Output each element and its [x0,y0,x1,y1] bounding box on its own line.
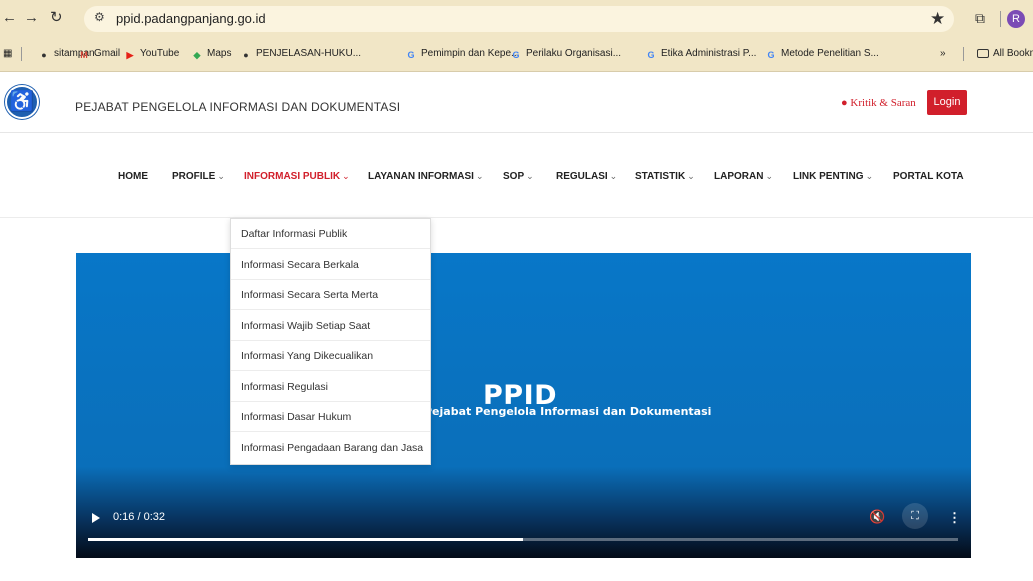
kritik-saran-label: Kritik & Saran [850,97,916,109]
bookmark-label: YouTube [140,48,180,59]
dropdown-item[interactable]: Informasi Dasar Hukum [231,402,430,432]
folder-icon [977,49,989,58]
nav-item-regulasi[interactable]: REGULASI ⌄ [556,171,617,182]
bookmark-item[interactable]: ◆ Maps [191,48,232,61]
chevron-down-icon: ⌄ [765,171,773,181]
bookmark-label: PENJELASAN-HUKU... [256,48,362,59]
dropdown-item[interactable]: Informasi Wajib Setiap Saat [231,311,430,341]
comment-icon: ● [841,97,848,109]
nav-item-laporan[interactable]: LAPORAN ⌄ [714,171,773,182]
dropdown-item[interactable]: Daftar Informasi Publik [231,219,430,249]
nav-item-layanan-informasi[interactable]: LAYANAN INFORMASI ⌄ [368,171,483,182]
nav-item-portal-kota[interactable]: PORTAL KOTA [893,171,964,182]
globe-icon: ● [243,50,249,60]
gmail-icon: M [80,50,88,60]
nav-item-label: STATISTIK [635,171,686,182]
login-button[interactable]: Login [927,90,967,115]
chevron-down-icon: ⌄ [342,171,350,181]
dropdown-item[interactable]: Informasi Pengadaan Barang dan Jasa [231,433,430,463]
chevron-down-icon: ⌄ [865,171,874,181]
chevron-down-icon: ⌄ [609,171,618,181]
mute-icon[interactable]: 🔇 [869,509,885,525]
nav-item-label: HOME [118,171,148,182]
bookmark-item[interactable]: G Etika Administrasi P... [645,48,756,61]
nav-item-label: LINK PENTING [793,171,864,182]
nav-item-informasi-publik[interactable]: INFORMASI PUBLIK ⌄ [244,171,350,182]
google-icon: G [767,50,775,60]
nav-item-label: PROFILE [172,171,216,182]
nav-item-label: REGULASI [556,171,608,182]
bookmarks-divider [21,47,22,61]
chevron-down-icon: ⌄ [217,171,225,181]
nav-item-label: SOP [503,171,525,182]
google-icon: G [647,50,655,60]
bookmark-item[interactable]: G Metode Penelitian S... [765,48,879,61]
back-icon[interactable]: ← [2,10,17,26]
nav-item-label: PORTAL KOTA [893,171,964,182]
fullscreen-icon[interactable]: ⛶ [902,503,928,529]
bookmark-item[interactable]: ▶ YouTube [124,48,180,61]
chevron-down-icon: ⌄ [526,171,534,181]
video-progress-track[interactable] [88,538,958,541]
extensions-icon[interactable]: ⧉ [975,10,985,27]
toolbar-divider [1000,11,1001,27]
site-info-icon[interactable]: ⚙ [94,10,105,24]
video-subtitle: Pejabat Pengelola Informasi dan Dokument… [424,405,712,418]
more-options-icon[interactable]: ⋮ [948,510,961,526]
bookmark-label: Perilaku Organisasi... [526,48,622,59]
bookmark-label: Pemimpin dan Kepe... [421,48,520,59]
bookmark-item[interactable]: G Pemimpin dan Kepe... [405,48,519,61]
nav-item-home[interactable]: HOME [118,171,148,182]
dropdown-item[interactable]: Informasi Regulasi [231,372,430,402]
dropdown-item[interactable]: Informasi Secara Berkala [231,250,430,280]
forward-icon[interactable]: → [24,10,39,26]
google-icon: G [512,50,520,60]
accessibility-icon[interactable]: ♿ [5,85,39,119]
chevron-down-icon: ⌄ [475,171,484,181]
bookmark-item[interactable]: ● PENJELASAN-HUKU... [240,48,361,61]
nav-item-label: INFORMASI PUBLIK [244,171,341,182]
all-bookmarks-button[interactable]: All Bookm [977,48,1033,59]
apps-icon[interactable]: ▦ [3,48,12,59]
globe-icon: ● [41,50,47,60]
video-time: 0:16 / 0:32 [113,511,165,523]
chevron-down-icon: ⌄ [687,171,695,181]
reload-icon[interactable]: ↻ [50,10,63,26]
more-bookmarks-button[interactable]: » [940,48,946,59]
bookmark-label: Metode Penelitian S... [781,48,879,59]
bookmark-star-icon[interactable]: ★ [930,9,945,29]
bookmark-item[interactable]: M Gmail [78,48,120,61]
profile-avatar[interactable]: R [1007,10,1025,28]
youtube-icon: ▶ [126,50,134,60]
bookmark-label: Etika Administrasi P... [661,48,757,59]
nav-item-link-penting[interactable]: LINK PENTING ⌄ [793,171,873,182]
bookmark-item[interactable]: G Perilaku Organisasi... [510,48,621,61]
nav-item-label: LAYANAN INFORMASI [368,171,474,182]
google-icon: G [407,50,415,60]
bookmark-label: Maps [207,48,232,59]
nav-item-statistik[interactable]: STATISTIK ⌄ [635,171,695,182]
nav-item-label: LAPORAN [714,171,764,182]
bookmarks-divider [963,47,964,61]
url-text[interactable]: ppid.padangpanjang.go.id [116,11,266,26]
play-icon[interactable] [92,513,100,523]
nav-item-profile[interactable]: PROFILE ⌄ [172,171,225,182]
bookmark-label: Gmail [94,48,121,59]
site-title: PEJABAT PENGELOLA INFORMASI DAN DOKUMENT… [75,100,401,114]
maps-icon: ◆ [193,50,201,60]
video-progress-fill [88,538,523,541]
nav-item-sop[interactable]: SOP ⌄ [503,171,534,182]
kritik-saran-link[interactable]: ● Kritik & Saran [841,97,916,109]
dropdown-item[interactable]: Informasi Secara Serta Merta [231,280,430,310]
all-bookmarks-label: All Bookm [993,48,1033,59]
dropdown-item[interactable]: Informasi Yang Dikecualikan [231,341,430,371]
